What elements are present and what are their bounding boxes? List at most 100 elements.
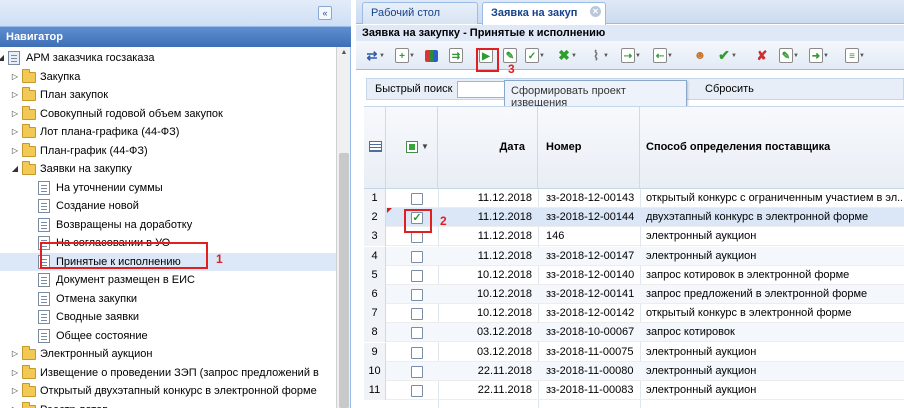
tree-item[interactable]: Документ размещен в ЕИС <box>0 271 336 289</box>
expand-icon[interactable]: ▷ <box>10 105 20 123</box>
row-number: 8 <box>364 323 386 343</box>
row-checkbox[interactable] <box>411 231 423 244</box>
row-checkbox[interactable] <box>411 346 423 359</box>
row-number: 7 <box>364 304 386 324</box>
column-menu-cell[interactable] <box>364 107 386 189</box>
row-number: 2 <box>364 208 386 228</box>
column-method[interactable]: Способ определения поставщика <box>640 107 904 189</box>
table-row[interactable]: 8 03.12.2018 зз-2018-10-00067 запрос котиро… <box>364 323 904 343</box>
tree-item[interactable]: ▷ План-график (44-ФЗ) <box>0 142 336 160</box>
row-checkbox[interactable] <box>411 289 423 301</box>
columns-icon[interactable] <box>369 141 382 152</box>
send-icon[interactable]: ➜ ▼ <box>808 47 829 65</box>
select-all-checkbox-icon[interactable] <box>406 141 418 153</box>
row-checkbox[interactable] <box>411 385 423 397</box>
tab-desktop[interactable]: Рабочий стол <box>362 2 478 24</box>
cell-date: 22.11.2018 <box>477 364 532 377</box>
delete-icon[interactable]: ✖ ▼ <box>556 47 577 65</box>
tree-item[interactable]: На уточнении суммы <box>0 179 336 197</box>
users-icon[interactable]: ☻ <box>692 47 710 65</box>
row-checkbox[interactable] <box>411 250 423 263</box>
attach-icon[interactable]: ⌇ ▼ <box>588 47 609 65</box>
tree-item[interactable]: Общее состояние <box>0 327 336 345</box>
tree-item[interactable]: ▷ Извещение о проведении ЗЭП (запрос пред… <box>0 364 336 382</box>
collapse-left-icon[interactable]: « <box>318 6 332 20</box>
tree-item[interactable]: ▷ Открытый двухэтапный конкурс в электрон… <box>0 382 336 400</box>
table-row[interactable]: 9 03.12.2018 зз-2018-11-00075 электронный а… <box>364 342 904 362</box>
tree-item[interactable]: Отмена закупки <box>0 290 336 308</box>
collapse-icon[interactable]: ◢ <box>0 49 6 67</box>
cell-method: электронный аукцион <box>646 345 757 358</box>
expand-icon[interactable]: ▷ <box>10 364 20 382</box>
tree-item[interactable]: ▷ Реестр лотов <box>0 401 336 408</box>
tree-item-label: План-график (44-ФЗ) <box>40 144 148 157</box>
expand-icon[interactable]: ▷ <box>10 382 20 400</box>
navigator-scrollbar[interactable]: ▲ <box>336 47 350 408</box>
requests-grid: ▼ Дата Номер Способ определения поставщи… <box>364 106 904 408</box>
table-row[interactable]: 3 11.12.2018 146 электронный аукцион <box>364 227 904 247</box>
tree-item-label: Создание новой <box>56 200 139 212</box>
tree-item-label: Электронный аукцион <box>40 348 153 360</box>
tree-item-label: На уточнении суммы <box>56 181 163 194</box>
tree-item[interactable]: ▷ План закупок <box>0 86 336 104</box>
expand-icon[interactable]: ▷ <box>10 345 20 363</box>
table-row[interactable]: 4 11.12.2018 зз-2018-12-00147 электронный а… <box>364 246 904 266</box>
tree-item[interactable]: ◢ АРМ заказчика госзаказа <box>0 49 336 67</box>
import-icon[interactable]: ⇠ ▼ <box>652 47 673 65</box>
table-row[interactable]: 11 22.11.2018 зз-2018-11-00083 электронный … <box>364 381 904 400</box>
more-icon[interactable]: ≡ ▼ <box>844 47 865 65</box>
highlight-box-1 <box>40 242 208 269</box>
cell-method: электронный аукцион <box>646 384 757 396</box>
move-icon[interactable]: ⇉ <box>448 47 466 65</box>
reset-button[interactable]: Сбросить <box>705 83 754 95</box>
row-checkbox[interactable] <box>411 327 423 340</box>
table-row[interactable]: 1 11.12.2018 зз-2018-12-00143 открытый конк… <box>364 189 904 208</box>
expand-icon[interactable]: ▷ <box>10 86 20 104</box>
tree-item[interactable]: Возвращены на доработку <box>0 216 336 234</box>
table-row[interactable]: 10 22.11.2018 зз-2018-11-00080 электронный … <box>364 361 904 381</box>
table-row[interactable]: 5 10.12.2018 зз-2018-12-00140 запрос котиро… <box>364 265 904 285</box>
table-row[interactable]: 7 10.12.2018 зз-2018-12-00142 открытый конк… <box>364 304 904 324</box>
folder-icon <box>22 105 36 120</box>
expand-icon[interactable]: ▷ <box>10 123 20 141</box>
column-number[interactable]: Номер <box>538 107 640 189</box>
multi-color-icon[interactable] <box>424 47 442 65</box>
close-icon[interactable]: ✕ <box>590 6 601 17</box>
tree-item-label: План закупок <box>40 89 109 101</box>
table-row[interactable]: 6 10.12.2018 зз-2018-12-00141 запрос предло… <box>364 285 904 304</box>
doc-edit-icon[interactable]: ✎ ▼ <box>778 47 799 65</box>
row-checkbox[interactable] <box>411 308 423 321</box>
app-window: « Навигатор ◢ АРМ заказчика госзаказа ▷ Зак… <box>0 0 904 408</box>
tree-item[interactable]: ▷ Электронный аукцион <box>0 345 336 363</box>
tree-item-label: Сводные заявки <box>56 311 140 323</box>
tab-purchase-request[interactable]: Заявка на закуп ✕ <box>482 2 606 25</box>
tree-item[interactable]: ▷ Лот плана-графика (44-ФЗ) <box>0 123 336 141</box>
row-checkbox[interactable] <box>411 365 423 378</box>
tree-item[interactable]: ▷ Совокупный годовой объем закупок <box>0 105 336 123</box>
check-icon[interactable]: ✔ ▼ <box>716 47 737 65</box>
collapse-icon[interactable]: ◢ <box>10 160 20 178</box>
scroll-thumb[interactable] <box>339 153 349 408</box>
tree-item[interactable]: Сводные заявки <box>0 308 336 326</box>
sort-icon[interactable]: ⇄ ▼ <box>364 47 385 65</box>
row-checkbox[interactable] <box>411 193 423 205</box>
add-icon[interactable]: + ▼ <box>394 47 415 65</box>
tree-item[interactable]: ▷ Закупка <box>0 68 336 86</box>
expand-icon[interactable]: ▷ <box>10 68 20 86</box>
tree-item[interactable]: Создание новой <box>0 197 336 215</box>
expand-icon[interactable]: ▷ <box>10 401 20 408</box>
folder-icon <box>22 142 36 157</box>
cell-date: 11.12.2018 <box>477 211 532 224</box>
tree-item[interactable]: ◢ Заявки на закупку <box>0 160 336 178</box>
row-checkbox[interactable] <box>411 269 423 282</box>
marker-3: 3 <box>508 62 515 76</box>
expand-icon[interactable]: ▷ <box>10 142 20 160</box>
approve-icon[interactable]: ✓ ▼ <box>524 47 545 65</box>
export-icon[interactable]: ⇢ ▼ <box>620 47 641 65</box>
reject-icon[interactable]: ✘ <box>754 47 772 65</box>
chevron-down-icon[interactable]: ▼ <box>421 142 429 151</box>
scroll-up-icon[interactable]: ▲ <box>339 49 349 59</box>
column-date[interactable]: Дата <box>438 107 538 189</box>
select-all-cell[interactable]: ▼ <box>386 107 438 189</box>
column-date-label: Дата <box>499 141 525 153</box>
